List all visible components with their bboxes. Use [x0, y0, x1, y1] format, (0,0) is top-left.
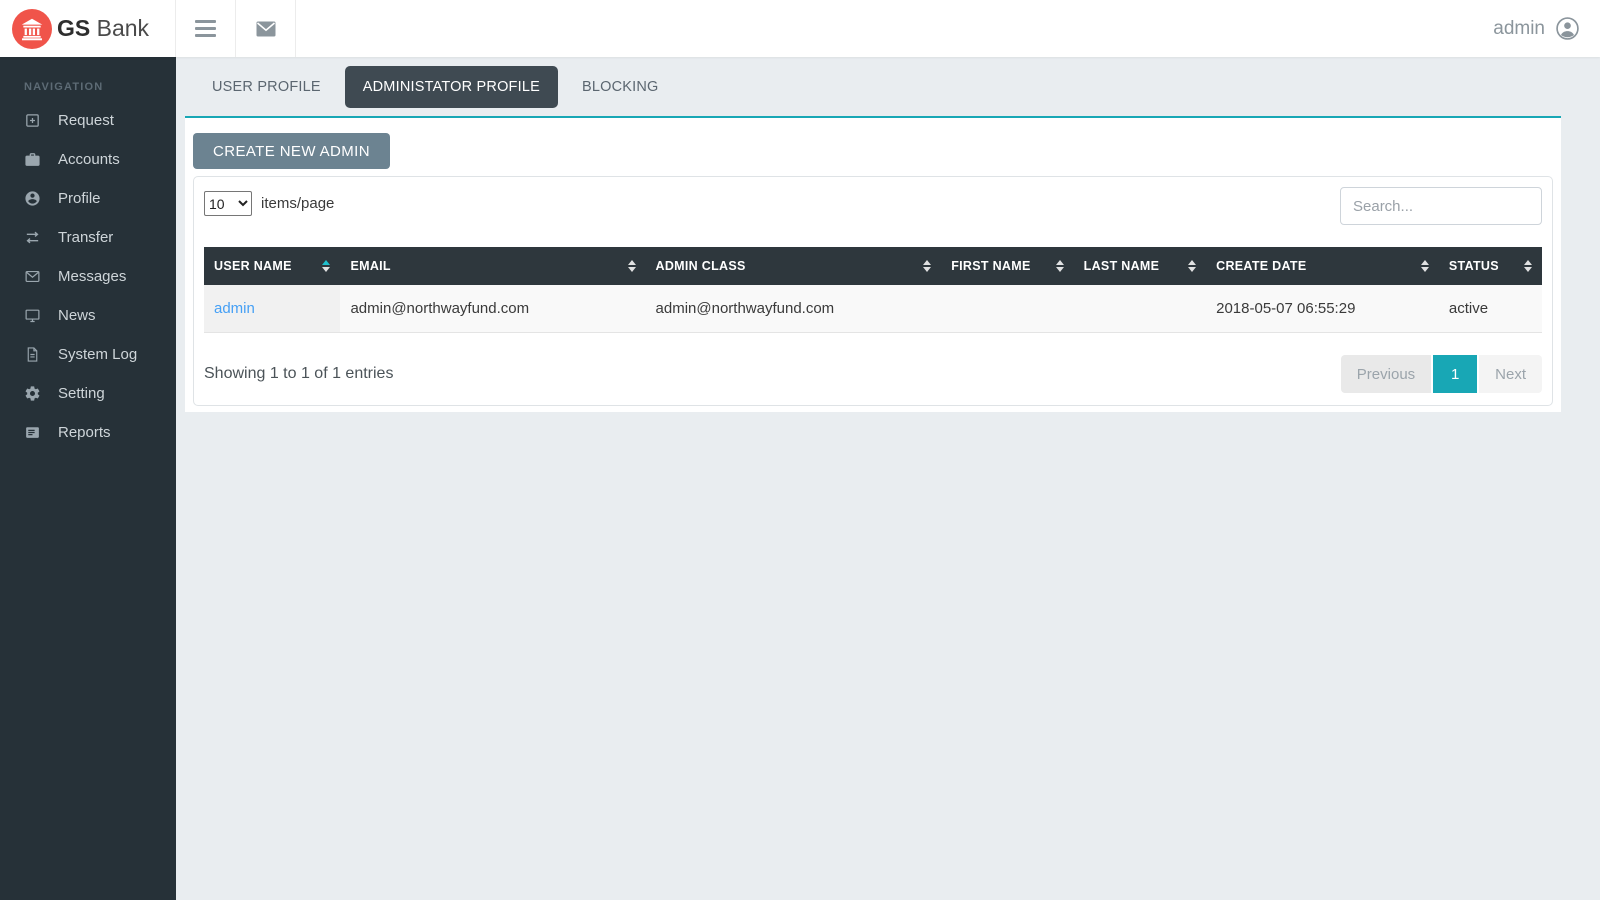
- main-content: USER PROFILE ADMINISTATOR PROFILE BLOCKI…: [176, 57, 1600, 900]
- cell-admin-class: admin@northwayfund.com: [645, 285, 942, 333]
- sidebar-item-accounts[interactable]: Accounts: [0, 140, 176, 179]
- pagination-page-1-button[interactable]: 1: [1433, 355, 1478, 393]
- plus-square-icon: [24, 112, 41, 129]
- tab-content-panel: CREATE NEW ADMIN 10 items/page USER NAME: [185, 116, 1561, 412]
- table-row: admin admin@northwayfund.com admin@north…: [204, 285, 1542, 333]
- column-header-first-name[interactable]: FIRST NAME: [941, 247, 1074, 285]
- document-icon: [24, 346, 41, 363]
- list-box-icon: [24, 424, 41, 441]
- table-controls: 10 items/page: [204, 187, 1542, 225]
- column-header-admin-class[interactable]: ADMIN CLASS: [645, 247, 942, 285]
- messages-button[interactable]: [236, 0, 296, 57]
- pagination-previous-button[interactable]: Previous: [1340, 355, 1432, 393]
- sidebar-item-transfer[interactable]: Transfer: [0, 218, 176, 257]
- column-header-last-name[interactable]: LAST NAME: [1073, 247, 1207, 285]
- sidebar-item-profile[interactable]: Profile: [0, 179, 176, 218]
- sidebar-item-news[interactable]: News: [0, 296, 176, 335]
- items-per-page-select[interactable]: 10: [204, 191, 252, 216]
- envelope-icon: [24, 268, 41, 285]
- briefcase-icon: [24, 151, 41, 168]
- sidebar-item-label: Messages: [58, 268, 127, 285]
- brand-name-bold: GS: [57, 15, 91, 41]
- admin-user-link[interactable]: admin: [214, 300, 255, 317]
- sort-icon: [1524, 260, 1532, 272]
- sidebar-item-label: Request: [58, 112, 114, 129]
- pagination: Previous 1 Next: [1340, 355, 1542, 393]
- column-header-status[interactable]: STATUS: [1438, 247, 1542, 285]
- admin-table-panel: 10 items/page USER NAME EMAIL: [193, 176, 1553, 406]
- cell-last-name: [1073, 285, 1207, 333]
- sort-icon: [627, 260, 636, 272]
- envelope-icon: [256, 21, 275, 36]
- table-footer: Showing 1 to 1 of 1 entries Previous 1 N…: [204, 355, 1542, 393]
- user-name-label: admin: [1493, 17, 1545, 39]
- tab-user-profile[interactable]: USER PROFILE: [196, 66, 337, 108]
- user-avatar-icon: [1556, 17, 1579, 40]
- person-circle-icon: [24, 190, 41, 207]
- hamburger-icon: [195, 20, 216, 37]
- sort-icon: [1188, 260, 1197, 272]
- pagination-next-button[interactable]: Next: [1479, 355, 1542, 393]
- brand: GS Bank: [0, 0, 176, 57]
- sidebar-item-label: Accounts: [58, 151, 120, 168]
- create-new-admin-button[interactable]: CREATE NEW ADMIN: [193, 133, 390, 169]
- column-header-email[interactable]: EMAIL: [340, 247, 646, 285]
- sidebar-item-setting[interactable]: Setting: [0, 374, 176, 413]
- sort-icon: [322, 260, 331, 272]
- sidebar-item-request[interactable]: Request: [0, 101, 176, 140]
- user-menu[interactable]: admin: [1493, 0, 1600, 57]
- top-header: GS Bank admin: [0, 0, 1600, 57]
- cell-user-name: admin: [204, 285, 341, 333]
- admin-table: USER NAME EMAIL ADMIN CLASS FIRST NAME L…: [204, 247, 1542, 333]
- table-header-row: USER NAME EMAIL ADMIN CLASS FIRST NAME L…: [204, 247, 1542, 285]
- sort-icon: [1055, 260, 1064, 272]
- tab-blocking[interactable]: BLOCKING: [566, 66, 675, 108]
- brand-name: GS Bank: [57, 15, 149, 42]
- sidebar-item-reports[interactable]: Reports: [0, 413, 176, 452]
- tab-administator-profile[interactable]: ADMINISTATOR PROFILE: [344, 65, 558, 108]
- brand-name-light: Bank: [96, 15, 150, 41]
- sidebar-section-label: NAVIGATION: [24, 81, 104, 93]
- cell-first-name: [941, 285, 1074, 333]
- sort-icon: [923, 260, 932, 272]
- sidebar-item-label: Setting: [58, 385, 105, 402]
- cell-status: active: [1438, 285, 1542, 333]
- column-header-create-date[interactable]: CREATE DATE: [1206, 247, 1439, 285]
- tab-bar: USER PROFILE ADMINISTATOR PROFILE BLOCKI…: [176, 57, 1600, 116]
- items-per-page-label: items/page: [261, 195, 335, 212]
- gear-icon: [24, 385, 41, 402]
- page-size-control: 10 items/page: [204, 191, 334, 216]
- sidebar-item-label: System Log: [58, 346, 138, 363]
- sidebar-item-system-log[interactable]: System Log: [0, 335, 176, 374]
- cell-email: admin@northwayfund.com: [340, 285, 646, 333]
- sidebar-toggle-button[interactable]: [176, 0, 236, 57]
- swap-arrows-icon: [24, 229, 41, 246]
- sidebar-item-label: Profile: [58, 190, 101, 207]
- sidebar-item-label: News: [58, 307, 96, 324]
- sidebar-item-messages[interactable]: Messages: [0, 257, 176, 296]
- monitor-icon: [24, 307, 41, 324]
- bank-logo-icon: [12, 8, 52, 49]
- search-input[interactable]: [1340, 187, 1542, 225]
- cell-create-date: 2018-05-07 06:55:29: [1206, 285, 1439, 333]
- sidebar-item-label: Reports: [58, 424, 111, 441]
- sort-icon: [1420, 260, 1429, 272]
- sidebar: NAVIGATION Request Accounts Profile Tran…: [0, 57, 176, 900]
- sidebar-item-label: Transfer: [58, 229, 114, 246]
- column-header-user-name[interactable]: USER NAME: [204, 247, 341, 285]
- entries-summary: Showing 1 to 1 of 1 entries: [204, 365, 394, 382]
